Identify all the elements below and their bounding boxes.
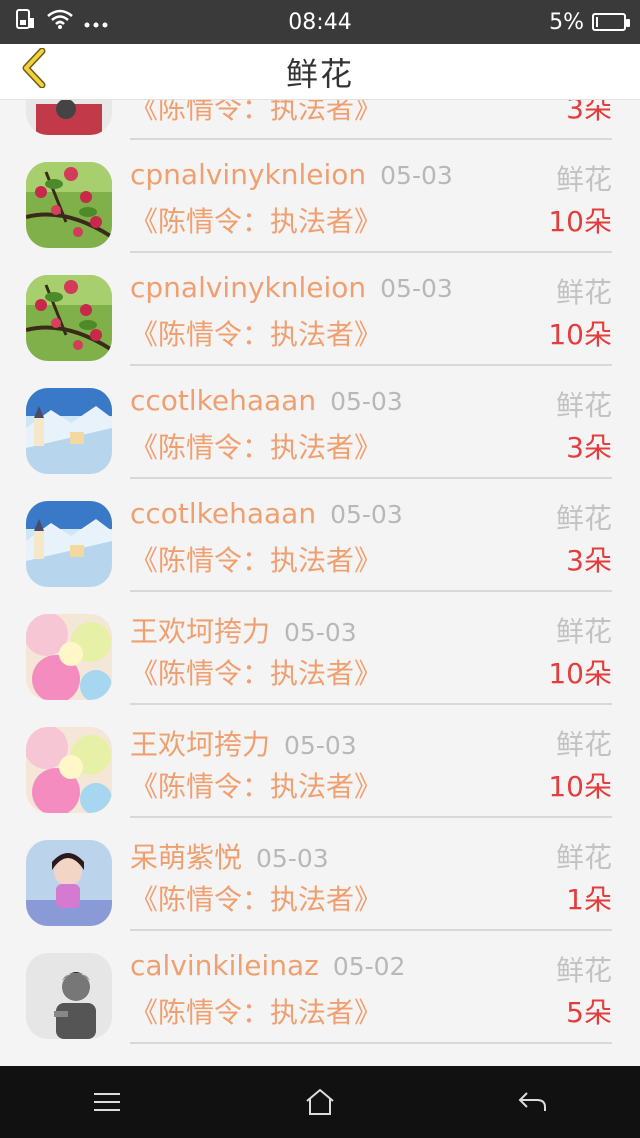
gift-date: 05-03 [284,731,357,760]
gift-date: 05-03 [330,500,403,529]
avatar[interactable] [26,162,112,248]
list-item[interactable]: 呆萌紫悦 05-03 鲜花《陈情令：执法者》 1朵 [0,818,640,931]
sender-name[interactable]: ccotlkehaaan 05-03 [130,497,403,530]
sender-name-text: calvinkileinaz [130,949,319,982]
avatar[interactable] [26,727,112,813]
flower-gift-list[interactable]: 《陈情令：执法者》 3朵 cpnalvinyknleion 05-03 鲜花 《陈情令：执… [0,44,640,1066]
sender-name[interactable]: 呆萌紫悦 05-03 [130,836,329,876]
avatar[interactable] [26,388,112,474]
sim-icon [14,8,36,36]
sender-name-text: cpnalvinyknleion [130,271,367,304]
flower-count: 10朵 [548,205,612,238]
avatar[interactable] [26,840,112,926]
gift-type: 鲜花 [555,954,612,987]
flower-count: 5朵 [566,996,612,1029]
sender-name-text: 王欢坷挎力 [130,615,271,648]
gift-type: 鲜花 [555,841,612,874]
sender-name[interactable]: 王欢坷挎力 05-03 [130,723,357,763]
sender-name-text: cpnalvinyknleion [130,158,367,191]
gift-type: 鲜花 [555,502,612,535]
flower-count: 10朵 [548,318,612,351]
list-item[interactable]: 王欢坷挎力 05-03 鲜花《陈情令：执法者》 10朵 [0,592,640,705]
sender-name[interactable]: cpnalvinyknleion 05-03 [130,271,453,304]
book-title-link[interactable]: 《陈情令：执法者》 [130,426,382,466]
gift-date: 05-03 [380,161,453,190]
status-bar: 08:44 5% [0,0,640,44]
chevron-left-icon [22,48,46,88]
book-title-link[interactable]: 《陈情令：执法者》 [130,200,382,240]
book-title-link[interactable]: 《陈情令：执法者》 [130,652,382,692]
gift-date: 05-03 [380,274,453,303]
page-title: 鲜花 [285,54,354,93]
flower-count: 1朵 [566,883,612,916]
list-item[interactable]: ccotlkehaaan 05-03 鲜花《陈情令：执法者》 3朵 [0,366,640,479]
avatar[interactable] [26,953,112,1039]
book-title-link[interactable]: 《陈情令：执法者》 [130,539,382,579]
home-icon [306,1088,334,1115]
book-title-link[interactable]: 《陈情令：执法者》 [130,991,382,1031]
menu-icon [93,1093,120,1111]
book-title-link[interactable]: 《陈情令：执法者》 [130,878,382,918]
list-item[interactable]: cpnalvinyknleion 05-03 鲜花《陈情令：执法者》 10朵 [0,140,640,253]
sender-name[interactable]: 王欢坷挎力 05-03 [130,610,357,650]
list-item[interactable]: cpnalvinyknleion 05-03 鲜花《陈情令：执法者》 10朵 [0,253,640,366]
gift-date: 05-02 [332,952,406,981]
system-nav-bar [0,1066,640,1138]
gift-type: 鲜花 [555,728,612,761]
list-item[interactable]: calvinkileinaz 05-02 鲜花《陈情令：执法者》 5朵 [0,931,640,1044]
gift-date: 05-03 [256,844,329,873]
list-item[interactable]: 王欢坷挎力 05-03 鲜花《陈情令：执法者》 10朵 [0,705,640,818]
gift-type: 鲜花 [555,615,612,648]
gift-type: 鲜花 [555,163,612,196]
avatar[interactable] [26,501,112,587]
back-nav-button[interactable] [503,1072,563,1132]
back-button[interactable] [12,46,56,90]
gift-date: 05-03 [284,618,357,647]
list-item[interactable]: ccotlkehaaan 05-03 鲜花《陈情令：执法者》 3朵 [0,479,640,592]
app-header: 鲜花 [0,44,640,100]
flower-count: 10朵 [548,770,612,803]
gift-type: 鲜花 [555,389,612,422]
book-title-link[interactable]: 《陈情令：执法者》 [130,765,382,805]
sender-name-text: 王欢坷挎力 [130,728,271,761]
gift-date: 05-03 [330,387,403,416]
sender-name-text: ccotlkehaaan [130,497,317,530]
menu-button[interactable] [77,1072,137,1132]
avatar[interactable] [26,614,112,700]
battery-icon [592,13,630,31]
battery-percent: 5% [549,9,584,35]
home-button[interactable] [290,1072,350,1132]
more-dots-icon [84,10,108,35]
flower-count: 3朵 [566,431,612,464]
sender-name-text: ccotlkehaaan [130,384,317,417]
avatar[interactable] [26,275,112,361]
sender-name[interactable]: ccotlkehaaan 05-03 [130,384,403,417]
gift-type: 鲜花 [555,276,612,309]
sender-name[interactable]: cpnalvinyknleion 05-03 [130,158,453,191]
back-arrow-icon [518,1092,547,1111]
wifi-icon [46,8,74,36]
sender-name[interactable]: calvinkileinaz 05-02 [130,949,405,982]
status-time: 08:44 [288,9,352,35]
flower-count: 3朵 [566,544,612,577]
sender-name-text: 呆萌紫悦 [130,841,243,874]
book-title-link[interactable]: 《陈情令：执法者》 [130,313,382,353]
list-item-partial[interactable] [0,1044,640,1066]
flower-count: 10朵 [548,657,612,690]
